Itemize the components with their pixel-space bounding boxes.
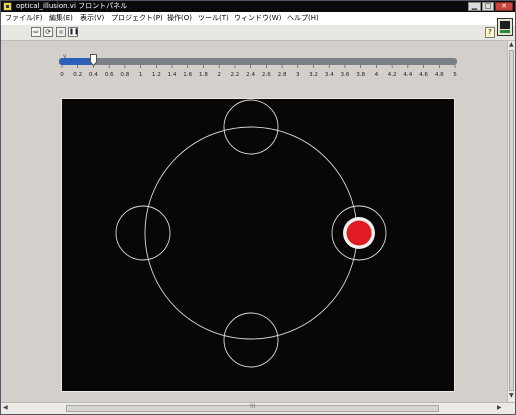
scroll-down-icon[interactable]: ▼ — [509, 393, 514, 399]
small-circle-bottom — [223, 312, 279, 368]
menu-file[interactable]: ファイル(F) — [5, 12, 43, 25]
main-window: optical_illusion.vi フロントパネル ▁ □ ✕ ファイル(F… — [0, 0, 516, 415]
menu-edit[interactable]: 編集(E) — [49, 12, 73, 25]
slider-tick-label: 2.6 — [262, 72, 271, 78]
slider-tick-label: 5 — [453, 72, 457, 78]
vi-icon-screen — [500, 21, 510, 29]
window-title: optical_illusion.vi フロントパネル — [16, 2, 128, 10]
abort-stop-icon[interactable] — [56, 27, 66, 37]
slider-tick-label: 0 — [60, 72, 64, 78]
slider-tick-label: 4.4 — [403, 72, 412, 78]
slider-tick-label: 3 — [296, 72, 300, 78]
slider-tick-label: 3.8 — [356, 72, 365, 78]
slider-tick-label: 2 — [217, 72, 221, 78]
menu-view[interactable]: 表示(V) — [80, 12, 104, 25]
slider-tick-label: 0.8 — [120, 72, 129, 78]
slider-tick-label: 2.4 — [246, 72, 255, 78]
vi-icon-bar — [500, 30, 510, 33]
slider-tick-label: 0.2 — [73, 72, 82, 78]
slider-tick-label: 2.8 — [278, 72, 287, 78]
slider-tick-label: 4.2 — [388, 72, 397, 78]
slider-scale: 0 0.2 0.4 0.6 0.8 1 1.2 1.4 1.6 1.8 2 2.2 2.4 2.6 2.8 3… — [1, 65, 515, 79]
slider-tick-label: 1.6 — [183, 72, 192, 78]
menu-project[interactable]: プロジェクト(P) — [111, 12, 163, 25]
picture-display[interactable] — [61, 98, 455, 392]
slider-tick-label: 0.4 — [89, 72, 98, 78]
vi-icon[interactable] — [497, 18, 513, 36]
title-bar[interactable]: optical_illusion.vi フロントパネル ▁ □ ✕ — [1, 1, 515, 12]
vertical-scrollbar[interactable]: ▲ ▼ — [507, 41, 515, 402]
small-circle-left — [115, 205, 171, 261]
context-help-button[interactable]: ? — [485, 27, 495, 38]
scroll-grip: III — [250, 403, 256, 410]
scroll-up-icon[interactable]: ▲ — [509, 42, 514, 48]
maximize-button[interactable]: □ — [482, 2, 494, 11]
run-arrow-icon[interactable]: ⇨ — [31, 27, 41, 37]
menu-window[interactable]: ウィンドウ(W) — [234, 12, 281, 25]
menu-help[interactable]: ヘルプ(H) — [287, 12, 319, 25]
slider-tick-label: 4 — [375, 72, 379, 78]
horizontal-scrollbar[interactable]: ◀ III ▶ — [1, 402, 515, 414]
menu-operate[interactable]: 操作(O) — [167, 12, 192, 25]
slider-tick-label: 2.2 — [230, 72, 239, 78]
close-button[interactable]: ✕ — [495, 2, 513, 11]
slider-tick-label: 4.6 — [419, 72, 428, 78]
minimize-button[interactable]: ▁ — [468, 2, 481, 11]
moving-red-dot — [346, 220, 372, 246]
slider-tick-label: 3.6 — [341, 72, 350, 78]
scroll-right-icon[interactable]: ▶ — [497, 405, 502, 411]
slider-tick-label: 4.8 — [435, 72, 444, 78]
slider-tick-label: 1.8 — [199, 72, 208, 78]
menu-bar: ファイル(F) 編集(E) 表示(V) プロジェクト(P) 操作(O) ツール(… — [1, 12, 515, 25]
slider-tick-label: 1.4 — [168, 72, 177, 78]
menu-tools[interactable]: ツール(T) — [198, 12, 229, 25]
pause-icon[interactable]: ❚❚ — [68, 27, 79, 37]
slider-fill — [59, 58, 94, 65]
slider-track[interactable] — [59, 58, 457, 65]
vertical-scroll-thumb[interactable] — [509, 50, 514, 391]
slider-tick-label: 1 — [139, 72, 143, 78]
slider-tick-label: 3.4 — [325, 72, 334, 78]
labview-app-icon[interactable] — [3, 2, 12, 11]
illusion-drawing — [115, 99, 387, 368]
big-orbit-circle — [144, 126, 358, 340]
run-continuously-icon[interactable]: ⟳ — [43, 27, 53, 37]
slider-tick-label: 1.2 — [152, 72, 161, 78]
slider-scale-svg: 0 0.2 0.4 0.6 0.8 1 1.2 1.4 1.6 1.8 2 2.2 2.4 2.6 2.8 3… — [60, 65, 457, 78]
slider-tick-label: 3.2 — [309, 72, 318, 78]
slider-tick-label: 0.6 — [105, 72, 114, 78]
scroll-left-icon[interactable]: ◀ — [3, 405, 8, 411]
toolbar: ⇨ ⟳ ❚❚ ? — [1, 25, 515, 41]
